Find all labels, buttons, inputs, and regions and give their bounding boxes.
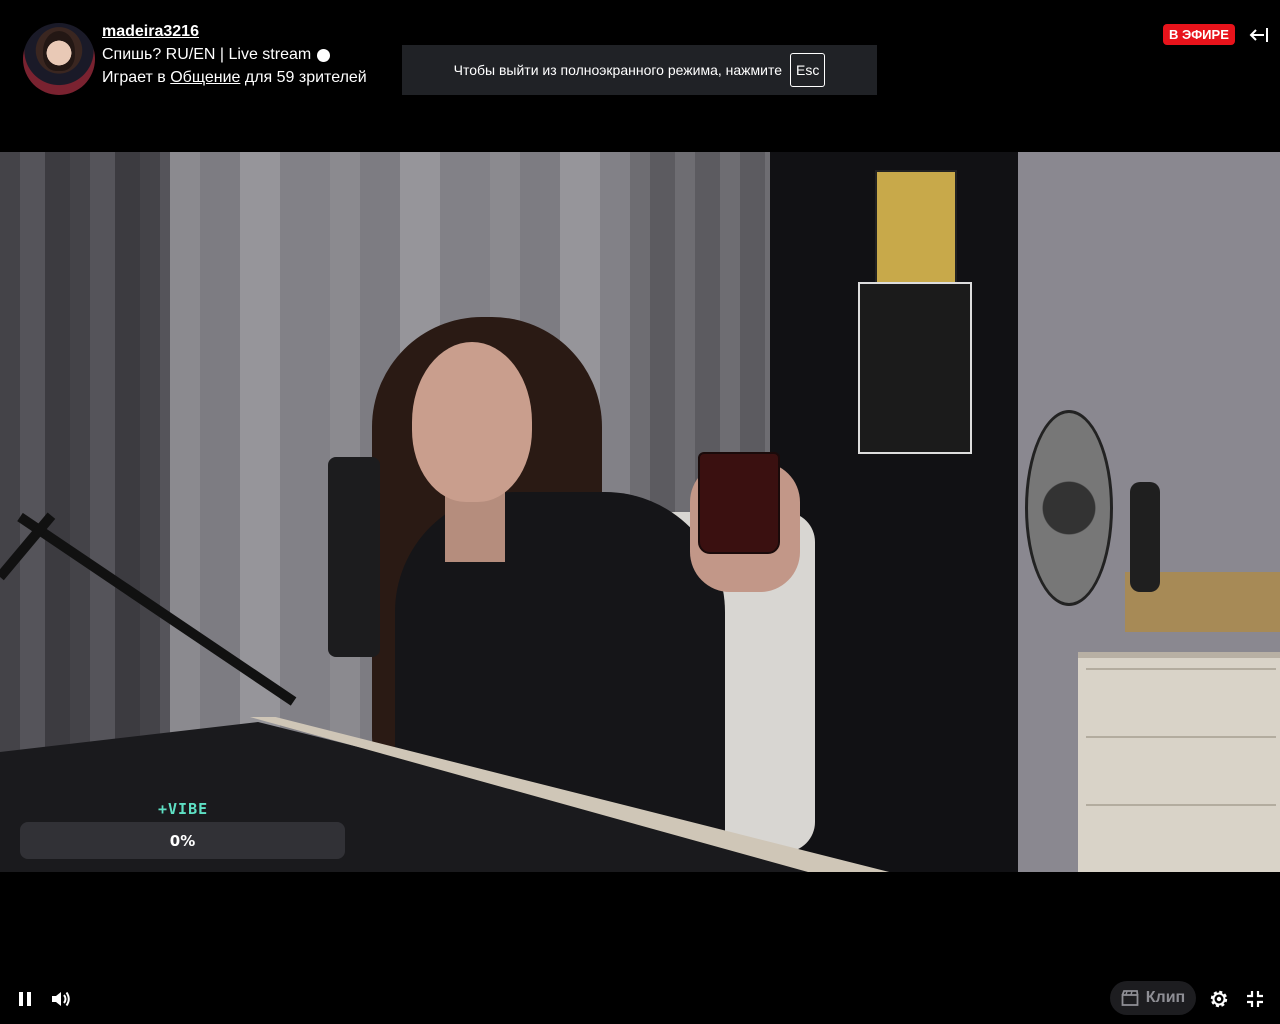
player-root: madeira3216 Спишь? RU/EN | Live stream И… bbox=[0, 0, 1280, 1024]
meta-suffix: для 59 зрителей bbox=[244, 69, 367, 86]
scene-poster-art bbox=[858, 282, 972, 454]
dresser-drawer bbox=[1086, 736, 1276, 798]
pause-button[interactable] bbox=[12, 986, 38, 1012]
live-badge: В ЭФИРЕ bbox=[1163, 24, 1235, 45]
scene-dresser bbox=[1078, 652, 1280, 872]
gear-icon bbox=[1210, 990, 1228, 1008]
arrow-left-bar-icon[interactable] bbox=[1248, 24, 1270, 46]
clip-button[interactable]: Клип bbox=[1110, 981, 1196, 1015]
scene-poster-ufo bbox=[875, 170, 957, 286]
dresser-drawer bbox=[1086, 668, 1276, 730]
dresser-drawer bbox=[1086, 804, 1276, 866]
scene-person-neck bbox=[445, 492, 505, 562]
fullscreen-notice-text: Чтобы выйти из полноэкранного режима, на… bbox=[453, 62, 783, 78]
stream-meta: Играет в Общение для 59 зрителей bbox=[102, 69, 367, 87]
exit-fullscreen-button[interactable] bbox=[1242, 986, 1268, 1012]
scene-cup bbox=[698, 452, 780, 554]
fullscreen-notice: Чтобы выйти из полноэкранного режима, на… bbox=[402, 45, 877, 95]
volume-icon bbox=[52, 991, 70, 1007]
channel-name-link[interactable]: madeira3216 bbox=[102, 23, 199, 41]
stream-title-text: Спишь? RU/EN | Live stream bbox=[102, 46, 312, 63]
pause-icon bbox=[19, 992, 31, 1006]
meta-prefix: Играет в bbox=[102, 69, 166, 86]
channel-avatar[interactable] bbox=[23, 23, 95, 95]
scene-figure bbox=[1130, 482, 1160, 592]
exit-fullscreen-icon bbox=[1247, 991, 1263, 1007]
scene-fan bbox=[1025, 410, 1113, 606]
stream-title: Спишь? RU/EN | Live stream bbox=[102, 46, 331, 64]
clapperboard-icon bbox=[1121, 990, 1139, 1006]
video-frame[interactable] bbox=[0, 152, 1280, 872]
scene-person-face bbox=[412, 342, 532, 502]
settings-button[interactable] bbox=[1206, 986, 1232, 1012]
vibe-progress-value: 0% bbox=[169, 831, 196, 850]
category-link[interactable]: Общение bbox=[170, 69, 240, 86]
esc-key-hint: Esc bbox=[790, 53, 826, 87]
vibe-progress-bar: 0% bbox=[20, 822, 345, 859]
scene-microphone bbox=[328, 457, 380, 657]
live-dot-icon bbox=[317, 48, 331, 62]
vibe-label: +VIBE bbox=[158, 800, 209, 818]
clip-button-label: Клип bbox=[1145, 989, 1186, 1006]
volume-button[interactable] bbox=[48, 986, 74, 1012]
